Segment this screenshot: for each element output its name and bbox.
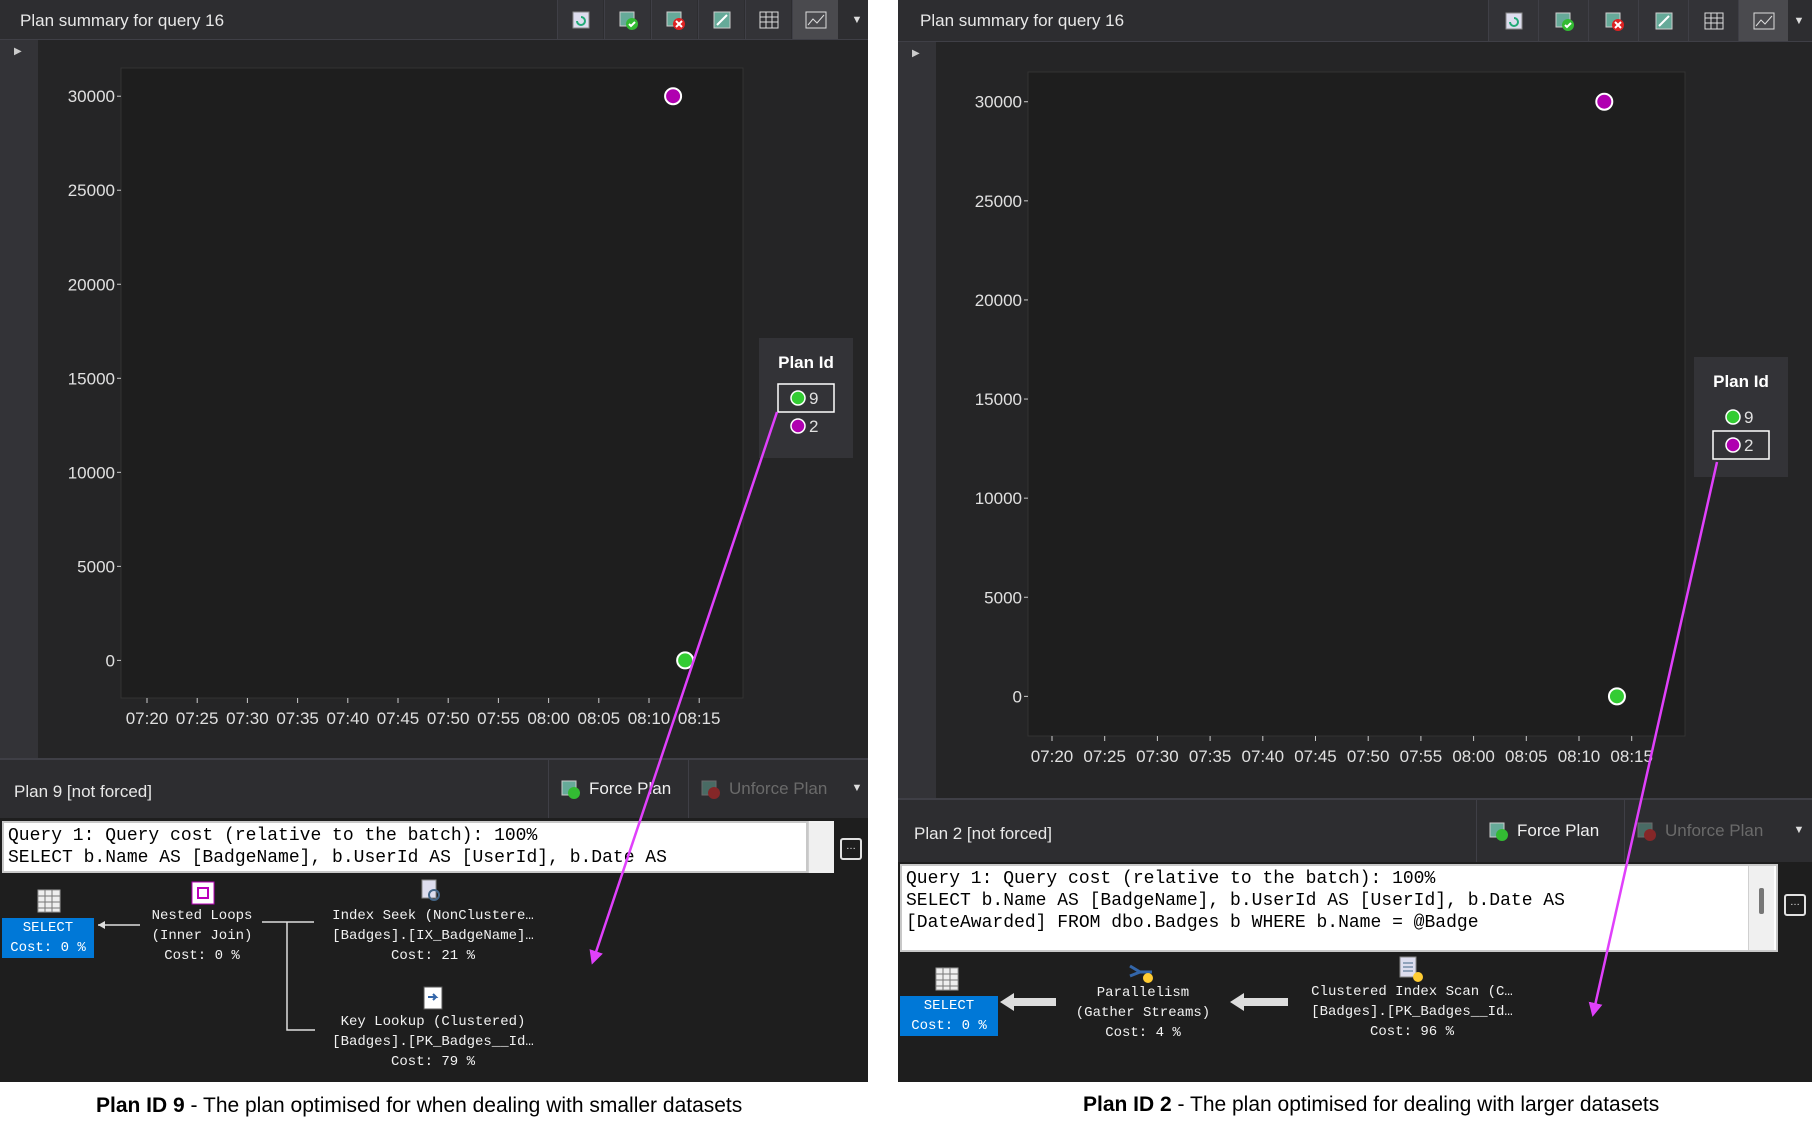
left-caption: Plan ID 9 - The plan optimised for when … [96, 1094, 743, 1117]
right-caption: Plan ID 2 - The plan optimised for deali… [1083, 1093, 1660, 1116]
annotation-arrows [589, 411, 1719, 1017]
right-annotation-arrow [1588, 461, 1719, 1017]
left-annotation-arrow [589, 411, 779, 965]
